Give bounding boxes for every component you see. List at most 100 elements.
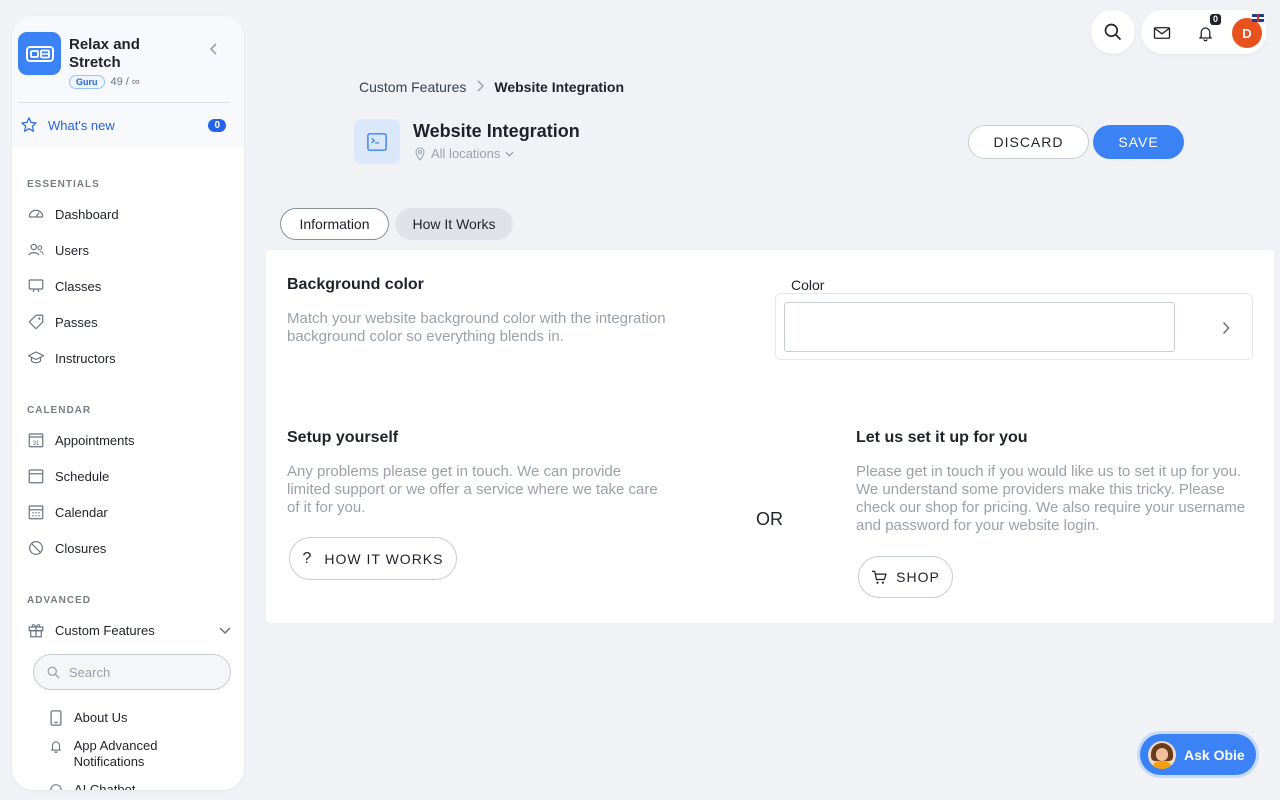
ask-obie-label: Ask Obie	[1184, 746, 1245, 763]
how-it-works-button[interactable]: ? HOW IT WORKS	[289, 537, 457, 580]
presentation-icon	[27, 277, 45, 295]
sub-item-label: AI Chatbot	[74, 782, 136, 790]
setup-yourself-title: Setup yourself	[287, 429, 399, 446]
color-input[interactable]	[784, 302, 1175, 352]
brand-logo[interactable]	[18, 32, 61, 75]
tab-information[interactable]: Information	[280, 208, 389, 240]
dashboard-icon	[27, 205, 45, 223]
sidebar-item-appointments[interactable]: 31 Appointments	[27, 428, 231, 452]
whats-new-link[interactable]: What's new 0	[20, 115, 226, 135]
notifications-button[interactable]	[1194, 22, 1216, 44]
location-selector[interactable]: All locations	[414, 146, 514, 161]
chevron-right-icon[interactable]	[1218, 318, 1234, 338]
page-title: Website Integration	[413, 121, 580, 141]
sidebar-search-input[interactable]	[69, 664, 219, 680]
map-pin-icon	[415, 147, 425, 161]
or-divider: OR	[756, 509, 783, 529]
sidebar-item-dashboard[interactable]: Dashboard	[27, 202, 231, 226]
sidebar-item-label: Schedule	[55, 468, 110, 484]
sidebar-item-passes[interactable]: Passes	[27, 310, 231, 334]
let-us-title: Let us set it up for you	[856, 429, 1028, 446]
discard-button[interactable]: DISCARD	[968, 125, 1089, 159]
sidebar-item-classes[interactable]: Classes	[27, 274, 231, 298]
assistant-avatar	[1148, 740, 1176, 769]
chat-icon	[48, 782, 64, 790]
collapse-sidebar-button[interactable]	[206, 41, 222, 57]
sidebar-item-label: Classes	[55, 278, 102, 294]
mail-icon	[1153, 27, 1171, 39]
background-color-title: Background color	[287, 276, 424, 293]
sidebar-item-schedule[interactable]: Schedule	[27, 464, 231, 488]
save-button[interactable]: SAVE	[1093, 125, 1184, 159]
sidebar-item-calendar[interactable]: Calendar	[27, 500, 231, 524]
cart-icon	[872, 570, 887, 584]
phone-icon	[48, 710, 64, 726]
sidebar-item-label: Calendar	[55, 504, 108, 520]
sidebar-item-label: Users	[55, 242, 89, 258]
global-search-button[interactable]	[1091, 10, 1135, 54]
sidebar-item-custom-features[interactable]: Custom Features	[27, 618, 231, 642]
calendar-date-icon: 31	[27, 431, 45, 449]
divider	[18, 102, 229, 103]
plan-info: Guru 49 / ∞	[69, 75, 140, 89]
language-flag-icon[interactable]	[1252, 14, 1264, 22]
bell-icon	[48, 738, 64, 754]
svg-text:31: 31	[33, 441, 40, 447]
user-toolbar: 0 D	[1141, 10, 1267, 54]
sub-item-label: About Us	[74, 710, 128, 725]
whats-new-label: What's new	[48, 117, 115, 133]
integration-card: Background color Match your website back…	[266, 250, 1274, 623]
sidebar-item-users[interactable]: Users	[27, 238, 231, 262]
page-icon	[354, 119, 400, 164]
usage-count: 49 / ∞	[110, 76, 140, 88]
sub-item-app-notifications[interactable]: App Advanced Notifications	[48, 738, 228, 770]
ask-obie-button[interactable]: Ask Obie	[1140, 734, 1256, 775]
sidebar-item-label: Passes	[55, 314, 98, 330]
shop-label: SHOP	[896, 569, 940, 585]
breadcrumb-current: Website Integration	[494, 79, 625, 95]
whats-new-count: 0	[208, 118, 226, 132]
calendar-grid-icon	[27, 503, 45, 521]
breadcrumb: Custom Features Website Integration	[359, 79, 624, 95]
setup-yourself-description: Any problems please get in touch. We can…	[287, 463, 658, 516]
user-avatar[interactable]: D	[1232, 18, 1262, 48]
question-icon: ?	[302, 549, 313, 567]
tag-icon	[27, 313, 45, 331]
sidebar-item-label: Appointments	[55, 432, 135, 448]
section-calendar: CALENDAR	[27, 405, 92, 416]
calendar-icon	[27, 467, 45, 485]
messages-button[interactable]	[1151, 22, 1173, 44]
gift-icon	[27, 621, 45, 639]
sidebar: Relax and Stretch Guru 49 / ∞ What's new…	[12, 16, 244, 790]
color-label: Color	[791, 277, 825, 293]
location-label: All locations	[431, 146, 501, 161]
chevron-left-icon	[209, 43, 217, 55]
sidebar-item-label: Custom Features	[55, 622, 155, 638]
sidebar-item-label: Dashboard	[55, 206, 119, 222]
sub-item-about-us[interactable]: About Us	[48, 710, 228, 726]
brand-header: Relax and Stretch Guru 49 / ∞ What's new…	[12, 16, 244, 148]
bell-icon	[1198, 27, 1212, 42]
search-icon	[1104, 23, 1122, 41]
sidebar-item-label: Closures	[55, 540, 107, 556]
terminal-window-icon	[367, 132, 387, 151]
breadcrumb-parent[interactable]: Custom Features	[359, 79, 466, 95]
sub-item-ai-chatbot[interactable]: AI Chatbot	[48, 782, 228, 790]
chevron-right-icon	[476, 79, 485, 95]
sidebar-item-closures[interactable]: Closures	[27, 536, 231, 560]
section-advanced: ADVANCED	[27, 595, 91, 606]
background-color-description: Match your website background color with…	[287, 310, 666, 345]
sidebar-item-instructors[interactable]: Instructors	[27, 346, 231, 370]
users-icon	[27, 241, 45, 259]
brand-name: Relax and Stretch	[69, 36, 140, 71]
tab-how-it-works[interactable]: How It Works	[395, 208, 513, 240]
prohibited-icon	[27, 539, 45, 557]
chevron-down-icon	[219, 623, 231, 638]
sidebar-search[interactable]	[33, 654, 231, 690]
shop-button[interactable]: SHOP	[858, 556, 953, 598]
graduation-cap-icon	[27, 349, 45, 367]
plan-badge: Guru	[69, 75, 105, 89]
section-essentials: ESSENTIALS	[27, 179, 100, 190]
how-it-works-label: HOW IT WORKS	[324, 550, 444, 567]
notification-count-badge: 0	[1210, 14, 1222, 25]
